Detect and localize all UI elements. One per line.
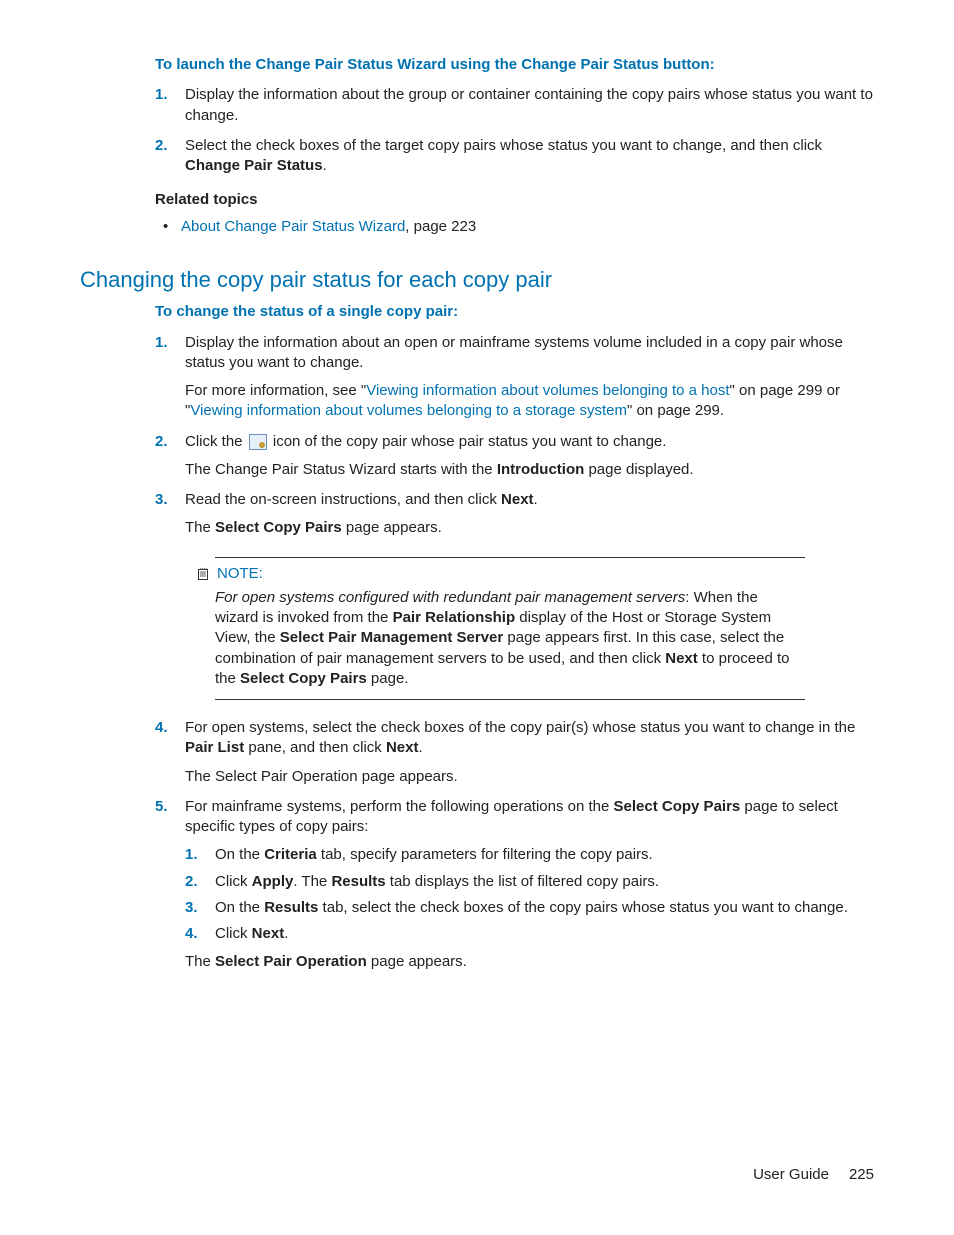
section-heading: Changing the copy pair status for each c…	[80, 265, 874, 295]
list-item: For mainframe systems, perform the follo…	[155, 797, 874, 973]
procedure-heading-1: To launch the Change Pair Status Wizard …	[155, 55, 874, 75]
list-item: On the Results tab, select the check box…	[185, 898, 874, 918]
ui-label: Criteria	[264, 846, 317, 863]
related-topics-heading: Related topics	[155, 190, 874, 210]
text: .	[418, 739, 422, 756]
text: page appears.	[367, 953, 467, 970]
text: .	[323, 157, 327, 174]
ui-label: Next	[252, 925, 285, 942]
text: Click	[215, 925, 252, 942]
text: Display the information about an open or…	[185, 334, 843, 371]
list-item: Display the information about the group …	[155, 85, 874, 126]
text: pane, and then click	[244, 739, 386, 756]
sub-list: On the Criteria tab, specify parameters …	[185, 845, 874, 944]
text: .	[284, 925, 288, 942]
text: tab displays the list of filtered copy p…	[386, 873, 659, 890]
list-item: Read the on-screen instructions, and the…	[155, 490, 874, 700]
list-item: Display the information about an open or…	[155, 333, 874, 422]
note-label: NOTE:	[217, 564, 263, 584]
text: Read the on-screen instructions, and the…	[185, 491, 501, 508]
ui-label: Next	[665, 650, 698, 667]
list-item: Click Apply. The Results tab displays th…	[185, 872, 874, 892]
text: On the	[215, 899, 264, 916]
ui-label: Select Copy Pairs	[614, 798, 741, 815]
text: page appears.	[342, 519, 442, 536]
procedure-list-1: Display the information about the group …	[155, 85, 874, 176]
ui-label: Pair List	[185, 739, 244, 756]
text: , page 223	[405, 218, 476, 235]
text: For open systems, select the check boxes…	[185, 719, 855, 736]
ui-label: Apply	[252, 873, 294, 890]
ui-label: Select Pair Operation	[215, 953, 367, 970]
text: The Select Pair Operation page appears.	[185, 768, 458, 785]
page-footer: User Guide 225	[753, 1165, 874, 1185]
ui-label: Select Copy Pairs	[240, 670, 367, 687]
text: The	[185, 519, 215, 536]
ui-label: Change Pair Status	[185, 157, 323, 174]
text: For open systems configured with redunda…	[215, 589, 685, 606]
note-box: NOTE: For open systems configured with r…	[215, 557, 805, 701]
list-item: About Change Pair Status Wizard, page 22…	[155, 217, 874, 237]
list-item: Click the icon of the copy pair whose pa…	[155, 432, 874, 481]
ui-label: Introduction	[497, 461, 584, 478]
text: Display the information about the group …	[185, 86, 873, 123]
text: Click the	[185, 433, 247, 450]
ui-label: Next	[386, 739, 419, 756]
list-item: On the Criteria tab, specify parameters …	[185, 845, 874, 865]
page-number: 225	[849, 1166, 874, 1183]
ui-label: Results	[331, 873, 385, 890]
text: .	[534, 491, 538, 508]
cross-ref-link[interactable]: Viewing information about volumes belong…	[190, 402, 627, 419]
text: The	[185, 953, 215, 970]
text: The Change Pair Status Wizard starts wit…	[185, 461, 497, 478]
text: icon of the copy pair whose pair status …	[269, 433, 667, 450]
text: tab, specify parameters for filtering th…	[317, 846, 653, 863]
note-icon	[197, 567, 211, 581]
text: Select the check boxes of the target cop…	[185, 137, 822, 154]
ui-label: Select Pair Management Server	[280, 629, 503, 646]
text: . The	[293, 873, 331, 890]
list-item: Click Next.	[185, 924, 874, 944]
ui-label: Results	[264, 899, 318, 916]
cross-ref-link[interactable]: Viewing information about volumes belong…	[366, 382, 729, 399]
text: tab, select the check boxes of the copy …	[318, 899, 847, 916]
ui-label: Next	[501, 491, 534, 508]
list-item: Select the check boxes of the target cop…	[155, 136, 874, 177]
list-item: For open systems, select the check boxes…	[155, 718, 874, 787]
ui-label: Select Copy Pairs	[215, 519, 342, 536]
text: Click	[215, 873, 252, 890]
text: " on page 299.	[627, 402, 724, 419]
text: page displayed.	[584, 461, 693, 478]
ui-label: Pair Relationship	[393, 609, 516, 626]
footer-label: User Guide	[753, 1166, 829, 1183]
related-topics-list: About Change Pair Status Wizard, page 22…	[155, 217, 874, 237]
text: For more information, see "	[185, 382, 366, 399]
copy-pair-icon	[249, 434, 267, 450]
text: On the	[215, 846, 264, 863]
procedure-heading-2: To change the status of a single copy pa…	[155, 302, 874, 322]
text: page.	[367, 670, 409, 687]
cross-ref-link[interactable]: About Change Pair Status Wizard	[181, 218, 405, 235]
procedure-list-2: Display the information about an open or…	[155, 333, 874, 973]
text: For mainframe systems, perform the follo…	[185, 798, 614, 815]
